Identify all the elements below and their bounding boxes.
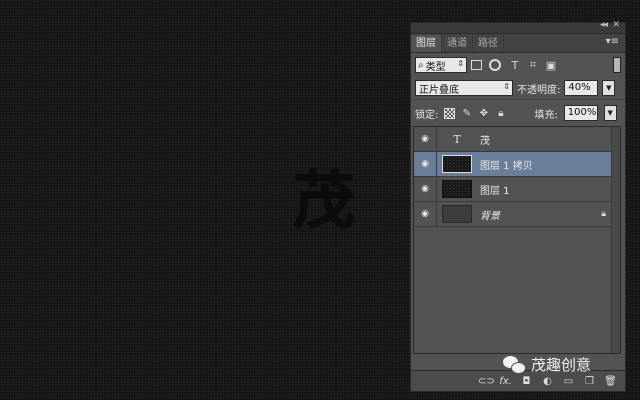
image-filter-icon[interactable] — [471, 60, 482, 70]
panel-menu-icon[interactable]: ▾≡ — [606, 36, 619, 47]
fill-dropdown-button[interactable]: ▼ — [603, 105, 617, 121]
chevron-updown-icon: ⇕ — [503, 82, 510, 91]
layer-row-text[interactable]: ◉ T 茂 — [414, 127, 620, 152]
new-layer-icon[interactable]: ❐ — [583, 376, 596, 387]
watermark-text: 茂趣创意 — [531, 356, 592, 374]
layer-thumbnail — [442, 205, 472, 223]
text-layer-icon: T — [453, 132, 461, 146]
tab-layers[interactable]: 图层 — [411, 35, 442, 52]
adjustment-filter-icon[interactable] — [489, 59, 501, 71]
filter-kind-label: 类型 — [425, 61, 446, 73]
chevron-updown-icon: ⇕ — [457, 59, 464, 68]
group-icon[interactable]: ▭ — [562, 376, 575, 387]
fill-input[interactable]: 100% — [563, 105, 598, 121]
tab-channels[interactable]: 通道 — [442, 35, 473, 52]
layer-thumbnail — [442, 180, 472, 198]
lock-transparency-icon[interactable] — [444, 107, 456, 119]
link-layers-icon[interactable]: ⊂⊃ — [478, 376, 495, 387]
blend-row: 正片叠底 ⇕ 不透明度: 40% ▼ — [411, 77, 625, 99]
blend-mode-value: 正片叠底 — [419, 84, 459, 96]
eye-visibility-icon[interactable]: ◉ — [414, 202, 437, 226]
delete-layer-icon[interactable]: 🗑︎ — [604, 376, 617, 387]
fx-icon[interactable]: fx. — [499, 376, 512, 387]
panel-tabs: 图层 通道 路径 ▾≡ — [411, 34, 625, 53]
layer-name: 背景 — [480, 210, 500, 222]
tab-paths[interactable]: 路径 — [473, 35, 504, 52]
layer-name: 图层 1 — [480, 185, 510, 197]
filter-row: ⌕ 类型 ⇕ T ⌗ ▣ — [411, 53, 625, 77]
layer-row-layer1[interactable]: ◉ 图层 1 — [414, 177, 620, 202]
opacity-input[interactable]: 40% — [564, 80, 599, 96]
lock-icon: 🔒︎ — [601, 209, 606, 219]
canvas-text-mao: 茂 — [293, 164, 356, 237]
panel-title-bar[interactable]: ◂◂ ✕ — [411, 20, 625, 34]
smart-object-filter-icon[interactable]: ▣ — [544, 58, 558, 72]
layers-scrollbar[interactable] — [611, 127, 620, 353]
blend-mode-select[interactable]: 正片叠底 ⇕ — [415, 80, 513, 96]
layer-thumbnail — [442, 155, 472, 173]
watermark: 茂趣创意 — [503, 354, 591, 375]
collapse-panel-icon[interactable]: ◂◂ — [600, 20, 608, 30]
filter-kind-select[interactable]: ⌕ 类型 ⇕ — [415, 57, 467, 73]
add-mask-icon[interactable]: ◘ — [520, 376, 533, 387]
filter-toggle-switch[interactable] — [613, 57, 621, 73]
lock-pixels-brush-icon[interactable]: ✎ — [461, 108, 472, 119]
type-filter-icon[interactable]: T — [508, 58, 522, 72]
adjustment-layer-icon[interactable]: ◐ — [541, 376, 554, 387]
search-icon: ⌕ — [418, 59, 424, 71]
fill-label: 填充: — [534, 109, 558, 121]
eye-visibility-icon[interactable]: ◉ — [414, 177, 437, 201]
eye-visibility-icon[interactable]: ◉ — [414, 152, 437, 176]
opacity-label: 不透明度: — [517, 84, 561, 96]
layer-row-background[interactable]: ◉ 背景 🔒︎ — [414, 202, 620, 227]
lock-label: 锁定: — [415, 109, 439, 121]
shape-filter-icon[interactable]: ⌗ — [526, 58, 540, 72]
lock-position-move-icon[interactable]: ✥ — [478, 108, 489, 119]
layers-list: ◉ T 茂 ◉ 图层 1 拷贝 ◉ 图层 1 ◉ 背景 🔒︎ — [413, 126, 621, 354]
wechat-logo-icon — [503, 355, 526, 374]
lock-all-icon[interactable]: 🔒︎ — [495, 108, 506, 119]
layer-name: 茂 — [480, 135, 490, 147]
layer-row-copy[interactable]: ◉ 图层 1 拷贝 — [414, 152, 620, 177]
close-panel-icon[interactable]: ✕ — [612, 20, 620, 30]
lock-row: 锁定: ✎ ✥ 🔒︎ 填充: 100% ▼ — [411, 100, 625, 126]
eye-visibility-icon[interactable]: ◉ — [414, 127, 437, 151]
opacity-dropdown-button[interactable]: ▼ — [602, 80, 616, 96]
layers-panel: ◂◂ ✕ 图层 通道 路径 ▾≡ ⌕ 类型 ⇕ T ⌗ ▣ 正片叠底 ⇕ 不透明… — [410, 20, 626, 392]
layer-name: 图层 1 拷贝 — [480, 160, 533, 172]
